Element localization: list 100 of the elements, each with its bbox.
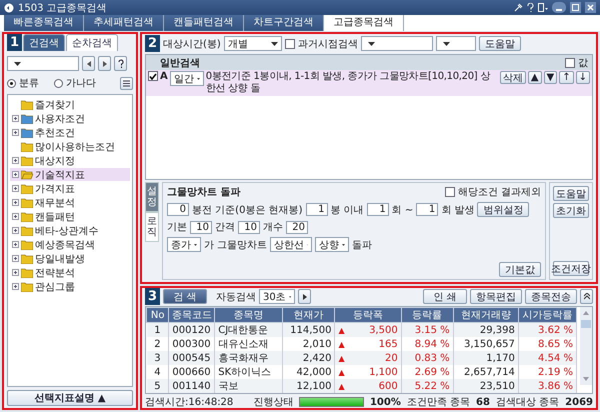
help-icon[interactable]: [527, 3, 534, 12]
expand-icon[interactable]: [12, 213, 19, 220]
play-button[interactable]: [298, 289, 311, 304]
expand-icon[interactable]: [12, 157, 19, 164]
number-field[interactable]: 1: [416, 203, 438, 216]
tree-item[interactable]: 가격지표: [10, 182, 130, 195]
tab[interactable]: 빠른종목검색: [4, 15, 84, 31]
number-field[interactable]: 0: [167, 203, 189, 216]
row-button[interactable]: 삭제: [500, 71, 526, 84]
number-field[interactable]: 10: [238, 220, 260, 234]
side-button[interactable]: 조건저장: [553, 261, 589, 276]
column-header[interactable]: 종목코드: [168, 308, 215, 322]
expand-icon[interactable]: [12, 227, 19, 234]
panel-icon[interactable]: [538, 3, 548, 12]
column-header[interactable]: 등락폭: [334, 308, 402, 322]
setting-select[interactable]: 상향: [315, 237, 350, 252]
vertical-tab[interactable]: 로직: [145, 212, 159, 242]
column-header[interactable]: 현재거래량: [453, 308, 518, 322]
change-sign: ▲: [338, 326, 345, 334]
vertical-tab[interactable]: 설정: [145, 182, 159, 212]
side-button[interactable]: 도움말: [553, 186, 589, 201]
column-header[interactable]: 종목명: [214, 308, 282, 322]
toolbar-button[interactable]: 인 쇄: [423, 289, 467, 304]
expand-icon[interactable]: [12, 269, 19, 276]
tree-item[interactable]: 기술적지표: [10, 168, 130, 181]
maximize-icon[interactable]: [570, 2, 581, 13]
tab[interactable]: 건검색: [23, 34, 65, 51]
range-button[interactable]: 범위설정: [477, 202, 530, 217]
row-button[interactable]: ↓: [576, 71, 590, 84]
column-header[interactable]: 시가등락률: [518, 308, 576, 322]
expand-icon[interactable]: [12, 283, 19, 290]
expand-icon[interactable]: [12, 199, 19, 206]
tree-item[interactable]: 추천조건: [10, 126, 130, 139]
expand-icon[interactable]: [12, 185, 19, 192]
checkbox-label: 값: [578, 56, 588, 70]
tree-item[interactable]: 당일내발생: [10, 252, 130, 265]
expand-icon[interactable]: [12, 255, 19, 262]
search-time: 검색시간:16:48:28: [145, 396, 234, 409]
expand-icon[interactable]: [12, 129, 19, 136]
progress-label: 진행상태: [253, 396, 294, 409]
tree-item[interactable]: 베타-상관계수: [10, 224, 130, 237]
number-field[interactable]: 20: [286, 220, 308, 234]
radio-button[interactable]: [54, 78, 63, 88]
toolbar-button[interactable]: 항목편집: [470, 289, 522, 304]
tab[interactable]: 차트구간검색: [244, 15, 324, 31]
checkbox[interactable]: [284, 38, 295, 48]
side-button[interactable]: 초기화: [553, 203, 589, 218]
toolbar-button[interactable]: 종목전송: [525, 289, 577, 304]
help-button[interactable]: 도움말: [478, 36, 521, 51]
default-button[interactable]: 기본값: [499, 262, 541, 277]
row-button[interactable]: ▲: [528, 71, 542, 84]
collapse-button[interactable]: [580, 289, 593, 304]
number-field[interactable]: 1: [366, 203, 389, 216]
pin-icon[interactable]: [514, 3, 523, 12]
tree-item[interactable]: 캔들패턴: [10, 210, 130, 223]
expand-icon[interactable]: [12, 241, 19, 248]
number-field[interactable]: 10: [190, 220, 212, 234]
target-label: 검색대상 종목: [496, 396, 560, 409]
expand-icon[interactable]: [12, 115, 19, 122]
expand-icon[interactable]: [12, 171, 19, 178]
column-header[interactable]: 등락률: [401, 308, 454, 322]
radio-button[interactable]: [7, 78, 16, 88]
row-button[interactable]: ↑: [559, 71, 574, 84]
checkbox[interactable]: [444, 187, 455, 197]
search-button[interactable]: 검 색: [163, 289, 207, 304]
minimize-icon[interactable]: [552, 2, 566, 13]
column-header[interactable]: No: [146, 308, 169, 322]
row-button[interactable]: ▼: [544, 71, 558, 84]
setting-select[interactable]: 상한선: [270, 237, 312, 252]
help-button[interactable]: [114, 56, 127, 71]
tree-item[interactable]: 재무분석: [10, 196, 130, 209]
close-icon[interactable]: [585, 2, 596, 13]
change-sign: ▲: [338, 340, 345, 348]
target-time-select[interactable]: 개별: [224, 36, 282, 51]
tree-item[interactable]: 관심그룹: [10, 280, 130, 293]
tab[interactable]: 순차검색: [66, 34, 118, 51]
tab[interactable]: 캔들패턴검색: [164, 15, 244, 31]
tree-item[interactable]: 전략분석: [10, 266, 130, 279]
interval-select[interactable]: 30초: [259, 289, 295, 304]
next-button[interactable]: [98, 56, 111, 71]
time-select[interactable]: [436, 36, 476, 51]
period-select[interactable]: 일간: [170, 71, 204, 86]
tree-item[interactable]: 예상종목검색: [10, 238, 130, 251]
checkbox[interactable]: [148, 71, 158, 81]
number-field[interactable]: 1: [306, 203, 328, 216]
tab[interactable]: 추세패턴검색: [84, 15, 164, 31]
list-button[interactable]: [120, 76, 133, 90]
table-cell: 5.22 %: [401, 379, 454, 393]
tree-item[interactable]: 많이사용하는조건: [10, 140, 130, 153]
setting-select[interactable]: 종가: [167, 237, 201, 252]
previous-button[interactable]: [82, 56, 95, 71]
matched-count: 68: [476, 396, 490, 408]
tree-item[interactable]: 사용자조건: [10, 112, 130, 125]
settings-title: 그물망차트 돌파: [167, 186, 240, 199]
condition-row[interactable]: A 일간 0봉전기준 1봉이내, 1-1회 발생, 종가가 그물망차트[10,10,20] 상한선 상향 돌 삭제 ▲ ▼ ↑ ↓: [146, 70, 592, 96]
column-header[interactable]: 현재가: [282, 308, 335, 322]
tree-item[interactable]: 대상지정: [10, 154, 130, 167]
tree-item[interactable]: 즐겨찾기: [10, 98, 130, 111]
indicator-info-button[interactable]: 선택지표설명 ▲: [7, 390, 133, 406]
checkbox[interactable]: [565, 58, 575, 68]
